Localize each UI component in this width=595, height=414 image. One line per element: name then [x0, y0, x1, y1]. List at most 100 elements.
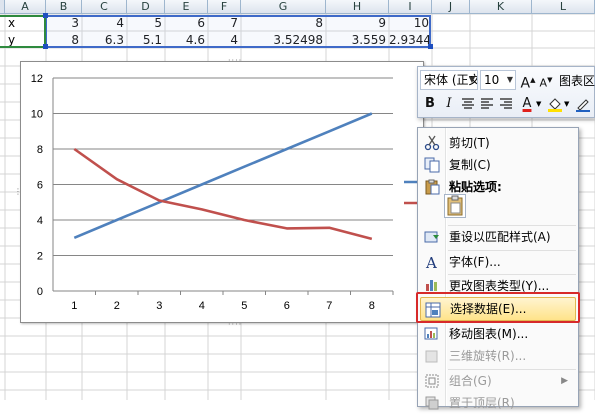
chevron-down-icon[interactable]: ▼: [536, 100, 541, 108]
chevron-down-icon: ▼: [507, 71, 513, 89]
3d-rotate-icon: [424, 348, 440, 364]
outline-color-button[interactable]: [574, 94, 592, 114]
column-header-c[interactable]: C: [82, 0, 127, 14]
range-handle[interactable]: [43, 44, 48, 49]
menu-item-label: 更改图表类型(Y)...: [449, 276, 549, 293]
menu-item-label: 复制(C): [449, 154, 491, 176]
column-header-e[interactable]: E: [165, 0, 208, 14]
y-tick-label: 12: [31, 73, 43, 85]
paste-icon: [424, 179, 440, 195]
menu-item-group: 组合(G) ▶: [420, 370, 576, 392]
submenu-arrow-icon: ▶: [561, 370, 568, 392]
chart-area-selector[interactable]: 图表区: [558, 70, 595, 92]
menu-item-bring-to-front: 置于顶层(R): [420, 392, 576, 414]
menu-item-label: 剪切(T): [449, 132, 490, 154]
line-chart[interactable]: 02468101212345678: [21, 62, 425, 324]
menu-item-label: 组合(G): [449, 370, 492, 392]
y-tick-label: 10: [31, 109, 43, 121]
font-size-dropdown[interactable]: 10 ▼: [480, 70, 516, 90]
select-data-highlight: [416, 292, 580, 323]
shrink-font-icon: A: [540, 77, 548, 90]
menu-item-cut[interactable]: 剪切(T): [420, 132, 576, 154]
menu-item-label: 移动图表(M)...: [449, 323, 528, 345]
bring-front-icon: [424, 395, 440, 411]
fill-color-button[interactable]: [546, 94, 564, 114]
column-header-b[interactable]: B: [46, 0, 82, 14]
column-header-k[interactable]: K: [470, 0, 532, 14]
scissors-icon: [424, 135, 440, 151]
resize-handle-left[interactable]: ⋮: [14, 188, 18, 196]
column-header-j[interactable]: J: [432, 0, 470, 14]
clipboard-icon: [445, 195, 465, 217]
menu-item-label: 三维旋转(R)...: [449, 345, 526, 367]
x-tick-label: 1: [71, 300, 77, 312]
menu-item-reset-style[interactable]: 重设以匹配样式(A): [420, 226, 576, 248]
chevron-down-icon[interactable]: ▼: [564, 100, 569, 108]
x-tick-label: 7: [326, 300, 332, 312]
chevron-down-icon: ▼: [469, 71, 475, 89]
font-color-button[interactable]: A: [518, 94, 536, 114]
column-header-a[interactable]: A: [5, 0, 46, 14]
chart-data-range: [45, 15, 431, 48]
series-line-1: [74, 114, 372, 238]
x-tick-label: 8: [369, 300, 375, 312]
range-handle[interactable]: [428, 44, 433, 49]
align-center-button[interactable]: [459, 94, 477, 114]
column-header-g[interactable]: G: [241, 0, 326, 14]
column-header-d[interactable]: D: [127, 0, 165, 14]
reset-style-icon: [424, 229, 440, 245]
range-handle[interactable]: [43, 13, 48, 18]
chart-area[interactable]: 02468101212345678: [20, 61, 424, 323]
y-tick-label: 4: [37, 215, 43, 227]
group-icon: [424, 373, 440, 389]
bold-button[interactable]: B: [421, 94, 439, 114]
chart-label-range: [0, 15, 46, 48]
column-header-i[interactable]: I: [389, 0, 432, 14]
resize-handle-bottom[interactable]: ····: [228, 321, 242, 329]
menu-item-label: 字体(F)...: [449, 251, 501, 273]
column-header-h[interactable]: H: [326, 0, 389, 14]
align-left-icon: [480, 98, 494, 110]
menu-item-font[interactable]: A 字体(F)...: [420, 251, 576, 273]
menu-item-copy[interactable]: 复制(C): [420, 154, 576, 176]
y-tick-label: 6: [37, 180, 43, 192]
chart-type-icon: [424, 276, 440, 292]
column-header-f[interactable]: F: [208, 0, 241, 14]
resize-handle-top[interactable]: ····: [228, 57, 242, 65]
menu-item-label: 重设以匹配样式(A): [449, 226, 551, 248]
move-chart-icon: [424, 326, 440, 342]
italic-button[interactable]: I: [440, 94, 458, 114]
x-tick-label: 3: [156, 300, 162, 312]
align-right-button[interactable]: [497, 94, 515, 114]
x-tick-label: 4: [199, 300, 205, 312]
align-right-icon: [499, 98, 513, 110]
x-tick-label: 6: [284, 300, 290, 312]
menu-item-label: 置于顶层(R): [449, 392, 515, 414]
grow-font-button[interactable]: A▲: [519, 70, 537, 90]
menu-item-change-chart-type[interactable]: 更改图表类型(Y)...: [420, 276, 576, 293]
font-size-value: 10: [484, 73, 499, 87]
font-name-dropdown[interactable]: 宋体 (正文 ▼: [420, 70, 478, 90]
menu-item-3d-rotation: 三维旋转(R)...: [420, 345, 576, 367]
y-tick-label: 0: [37, 286, 43, 298]
menu-item-move-chart[interactable]: 移动图表(M)...: [420, 323, 576, 345]
column-header-l[interactable]: L: [532, 0, 595, 14]
context-menu: 剪切(T) 复制(C) 粘贴选项: 重设以匹配样式(A) A 字体(F)... …: [417, 127, 579, 407]
paint-bucket-icon: [547, 96, 563, 112]
x-tick-label: 5: [241, 300, 247, 312]
font-icon: A: [424, 254, 440, 270]
align-center-icon: [461, 98, 475, 110]
series-line-2: [74, 149, 372, 239]
y-tick-label: 8: [37, 144, 43, 156]
grow-font-icon: A: [521, 76, 531, 92]
x-tick-label: 2: [114, 300, 120, 312]
pen-outline-icon: [575, 96, 591, 112]
shrink-font-button[interactable]: A▼: [537, 70, 555, 90]
copy-icon: [424, 157, 440, 173]
menu-separator: [448, 274, 576, 275]
svg-text:A: A: [425, 254, 437, 270]
mini-toolbar: 宋体 (正文 ▼ 10 ▼ A▲ A▼ 图表区 B I A ▼ ▼: [417, 66, 595, 118]
y-tick-label: 2: [37, 251, 43, 263]
align-left-button[interactable]: [478, 94, 496, 114]
paste-option-button[interactable]: [444, 194, 466, 218]
